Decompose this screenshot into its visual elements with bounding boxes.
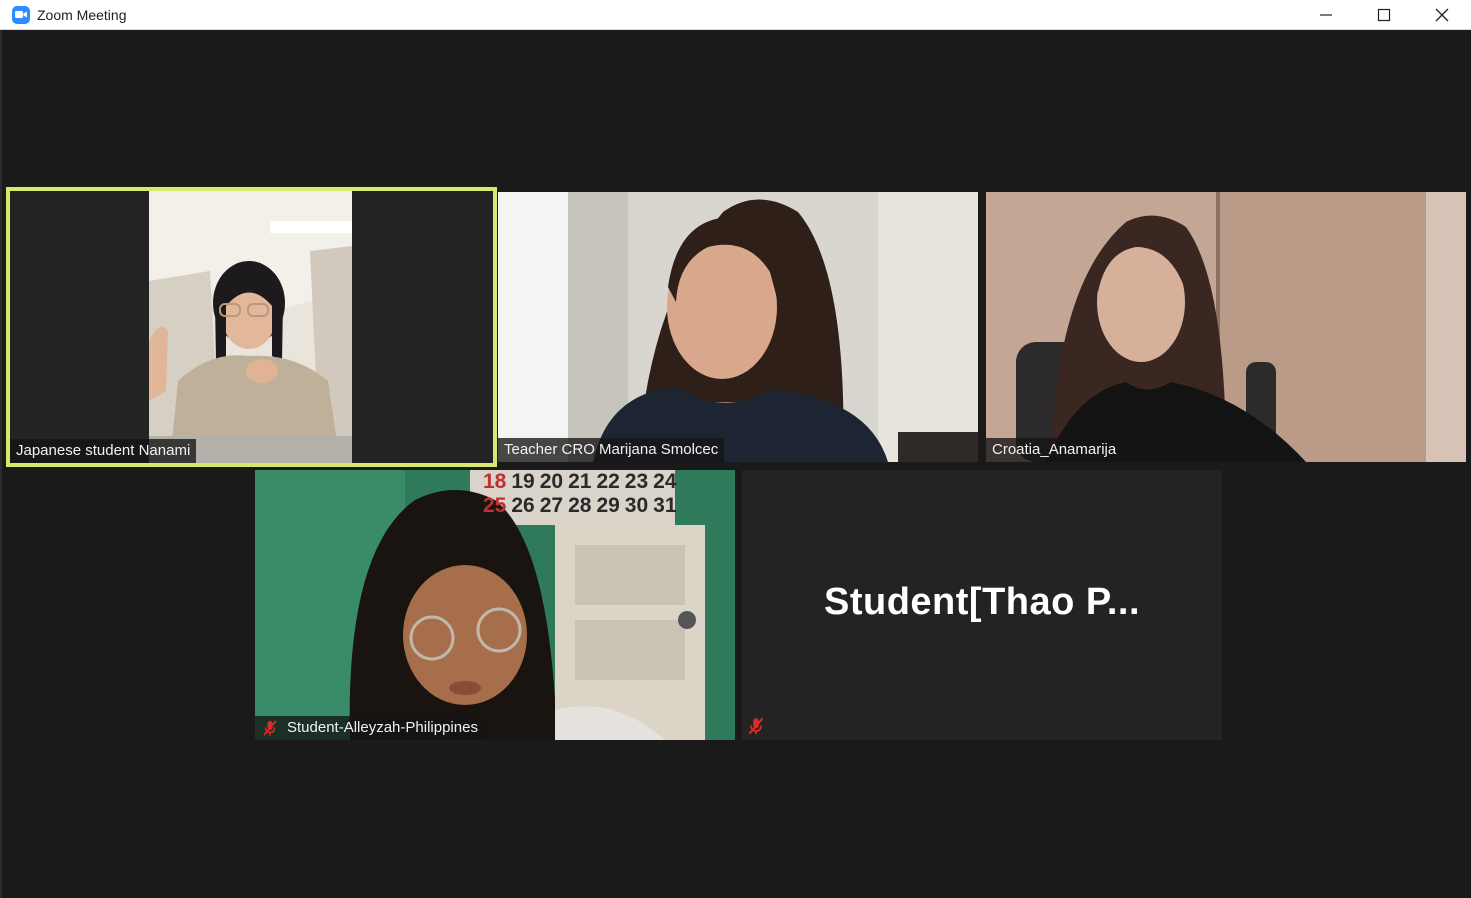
calendar-date: 22 bbox=[596, 470, 620, 493]
video-tile-nanami[interactable]: Japanese student Nanami bbox=[6, 187, 497, 467]
calendar-date: 25 bbox=[483, 494, 507, 517]
calendar-date: 31 bbox=[653, 494, 677, 517]
video-tile-anamarija[interactable]: Croatia_Anamarija bbox=[986, 192, 1466, 462]
participant-name: Teacher CRO Marijana Smolcec bbox=[504, 441, 719, 458]
calendar-row: 18 19 20 21 22 23 24 bbox=[477, 470, 677, 494]
calendar-date: 23 bbox=[624, 470, 649, 493]
muted-microphone-icon bbox=[261, 719, 279, 737]
video-tile-teacher[interactable]: Teacher CRO Marijana Smolcec bbox=[498, 192, 978, 462]
video-tile-thao[interactable]: Student[Thao P... bbox=[742, 470, 1222, 740]
calendar-date: 28 bbox=[568, 494, 592, 517]
participant-video bbox=[498, 192, 978, 462]
window-controls bbox=[1297, 0, 1471, 30]
minimize-icon bbox=[1320, 14, 1332, 16]
participant-name-label: Teacher CRO Marijana Smolcec bbox=[498, 438, 725, 462]
calendar-date: 21 bbox=[568, 470, 592, 493]
participant-video bbox=[986, 192, 1466, 462]
maximize-button[interactable] bbox=[1355, 0, 1413, 30]
participant-name: Japanese student Nanami bbox=[16, 442, 191, 459]
calendar-row: 25 26 27 28 29 30 31 bbox=[477, 494, 677, 518]
calendar-date: 18 bbox=[483, 470, 507, 493]
title-bar: Zoom Meeting bbox=[0, 0, 1471, 30]
calendar-date: 27 bbox=[539, 494, 564, 517]
participant-video bbox=[10, 191, 493, 463]
gallery-view bbox=[0, 30, 1471, 898]
calendar-date: 20 bbox=[539, 470, 564, 493]
window-left-edge bbox=[0, 30, 2, 898]
participant-name-label: Croatia_Anamarija bbox=[986, 438, 1123, 462]
calendar-date: 24 bbox=[653, 470, 677, 493]
calendar-date: 26 bbox=[511, 494, 535, 517]
maximize-icon bbox=[1377, 8, 1391, 22]
participant-name: Croatia_Anamarija bbox=[992, 441, 1117, 458]
close-icon bbox=[1435, 8, 1449, 22]
muted-microphone-icon bbox=[746, 716, 766, 736]
participant-name-label: Japanese student Nanami bbox=[10, 439, 197, 463]
wall-calendar: 18 19 20 21 22 23 24 25 26 27 28 29 30 3… bbox=[477, 470, 677, 520]
calendar-date: 29 bbox=[596, 494, 620, 517]
video-tile-alleyzah[interactable]: 18 19 20 21 22 23 24 25 26 27 28 29 30 3… bbox=[255, 470, 735, 740]
zoom-camera-icon bbox=[12, 5, 30, 24]
minimize-button[interactable] bbox=[1297, 0, 1355, 30]
participant-name: Student-Alleyzah-Philippines bbox=[287, 719, 478, 736]
participant-name-placeholder: Student[Thao P... bbox=[823, 580, 1141, 623]
close-button[interactable] bbox=[1413, 0, 1471, 30]
calendar-date: 19 bbox=[511, 470, 535, 493]
calendar-date: 30 bbox=[624, 494, 649, 517]
participant-name-label: Student-Alleyzah-Philippines bbox=[255, 716, 484, 740]
window-title: Zoom Meeting bbox=[37, 6, 127, 23]
